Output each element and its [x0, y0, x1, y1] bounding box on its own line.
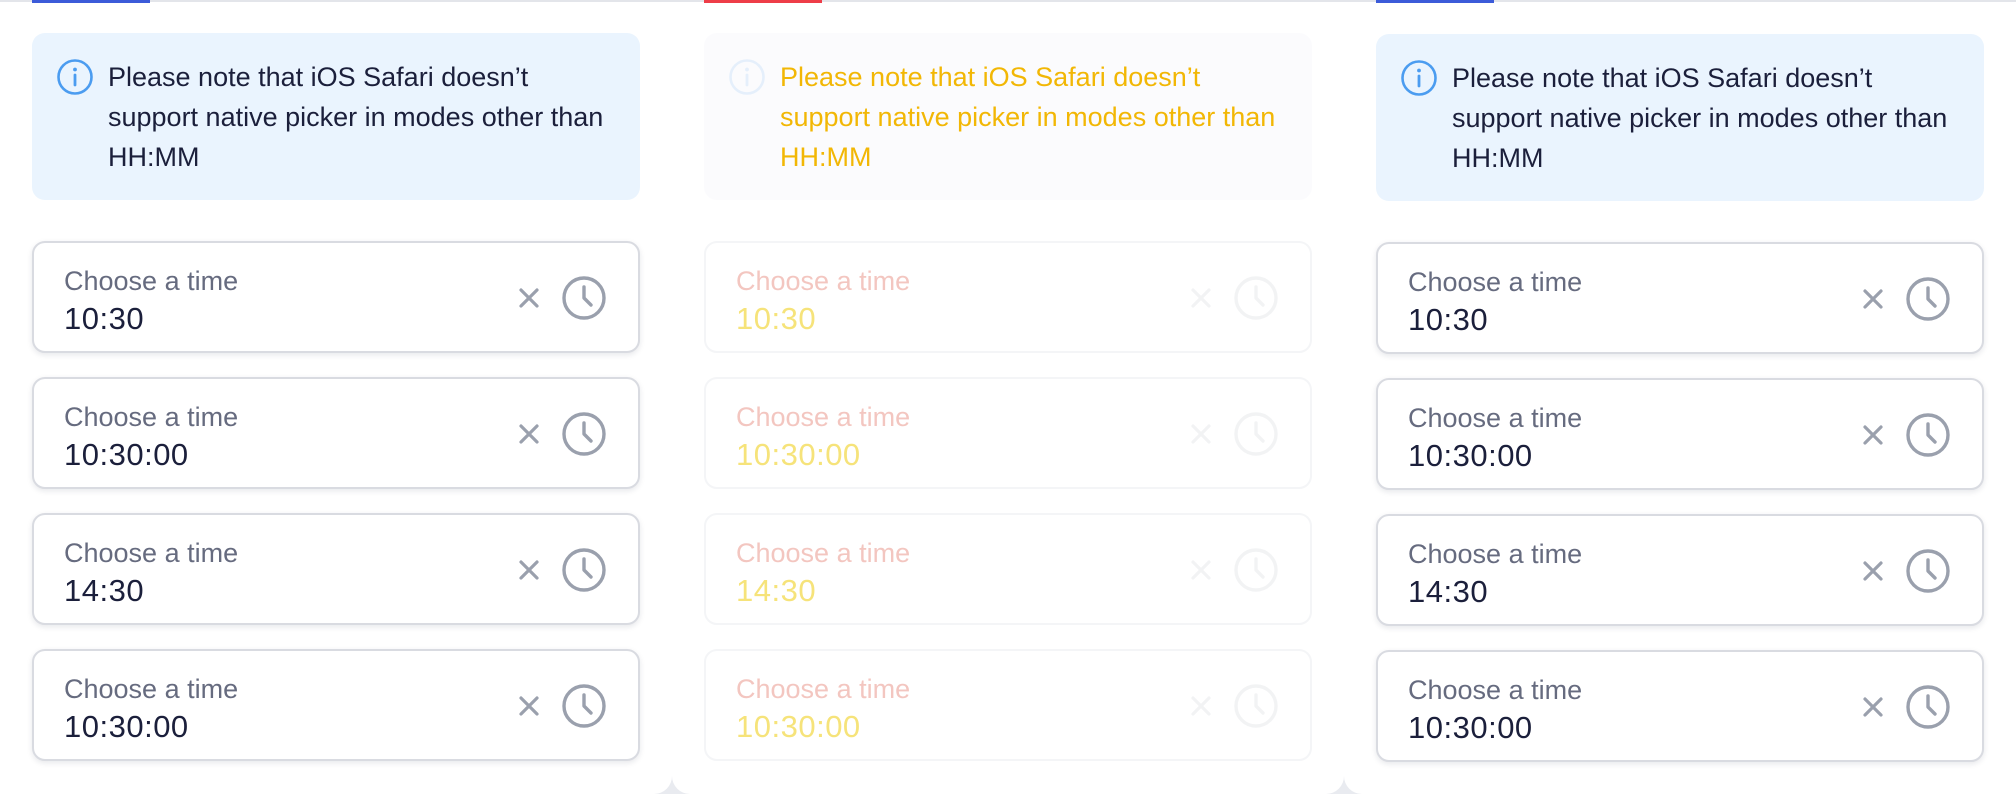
time-input-label: Choose a time: [1408, 267, 1583, 297]
clock-icon[interactable]: [1232, 682, 1280, 730]
close-icon[interactable]: [514, 419, 544, 449]
time-input[interactable]: Choose a time 10:30: [32, 241, 640, 353]
time-input-label: Choose a time: [1408, 539, 1583, 569]
time-input-label: Choose a time: [1408, 675, 1583, 705]
note-text: Please note that iOS Safari doesn’t supp…: [1452, 63, 1948, 173]
ios-safari-note: Please note that iOS Safari doesn’t supp…: [32, 33, 640, 200]
panel-left: Please note that iOS Safari doesn’t supp…: [0, 0, 672, 794]
clock-icon[interactable]: [560, 546, 608, 594]
time-input[interactable]: Choose a time 14:30: [704, 513, 1312, 625]
close-icon[interactable]: [514, 283, 544, 313]
info-icon: [1401, 60, 1437, 96]
time-input[interactable]: Choose a time 10:30: [704, 241, 1312, 353]
time-input-value[interactable]: 14:30: [736, 571, 816, 611]
close-icon[interactable]: [1186, 555, 1216, 585]
close-icon[interactable]: [1186, 691, 1216, 721]
clock-icon[interactable]: [1904, 275, 1952, 323]
time-input-value[interactable]: 10:30:00: [1408, 436, 1533, 476]
panel-middle: Please note that iOS Safari doesn’t supp…: [672, 0, 1344, 794]
close-icon[interactable]: [1858, 420, 1888, 450]
active-tab-indicator: [32, 0, 150, 3]
time-input-value[interactable]: 10:30:00: [1408, 708, 1533, 748]
clock-icon[interactable]: [1904, 547, 1952, 595]
close-icon[interactable]: [514, 691, 544, 721]
close-icon[interactable]: [1186, 283, 1216, 313]
time-input[interactable]: Choose a time 10:30:00: [1376, 378, 1984, 490]
time-input-value[interactable]: 14:30: [1408, 572, 1488, 612]
time-input-value[interactable]: 10:30: [736, 299, 816, 339]
clock-icon[interactable]: [1904, 683, 1952, 731]
clock-icon[interactable]: [1232, 546, 1280, 594]
time-input[interactable]: Choose a time 10:30: [1376, 242, 1984, 354]
clock-icon[interactable]: [560, 410, 608, 458]
time-input-label: Choose a time: [64, 538, 239, 568]
time-input[interactable]: Choose a time 10:30:00: [704, 649, 1312, 761]
time-input[interactable]: Choose a time 14:30: [32, 513, 640, 625]
time-input-label: Choose a time: [64, 402, 239, 432]
time-input-label: Choose a time: [736, 538, 911, 568]
note-text: Please note that iOS Safari doesn’t supp…: [780, 62, 1276, 172]
time-input-value[interactable]: 10:30:00: [64, 707, 189, 747]
close-icon[interactable]: [514, 555, 544, 585]
close-icon[interactable]: [1858, 284, 1888, 314]
ios-safari-note: Please note that iOS Safari doesn’t supp…: [1376, 34, 1984, 201]
time-input[interactable]: Choose a time 10:30:00: [704, 377, 1312, 489]
time-input-value[interactable]: 14:30: [64, 571, 144, 611]
time-input-label: Choose a time: [736, 402, 911, 432]
time-input[interactable]: Choose a time 10:30:00: [1376, 650, 1984, 762]
time-input-label: Choose a time: [64, 674, 239, 704]
close-icon[interactable]: [1186, 419, 1216, 449]
info-icon: [57, 59, 93, 95]
ios-safari-note: Please note that iOS Safari doesn’t supp…: [704, 33, 1312, 200]
clock-icon[interactable]: [560, 682, 608, 730]
time-input-label: Choose a time: [64, 266, 239, 296]
time-input[interactable]: Choose a time 10:30:00: [32, 649, 640, 761]
clock-icon[interactable]: [560, 274, 608, 322]
time-input-value[interactable]: 10:30:00: [64, 435, 189, 475]
clock-icon[interactable]: [1232, 410, 1280, 458]
time-input-label: Choose a time: [736, 674, 911, 704]
time-input-value[interactable]: 10:30:00: [736, 707, 861, 747]
time-input-label: Choose a time: [1408, 403, 1583, 433]
close-icon[interactable]: [1858, 692, 1888, 722]
time-input-value[interactable]: 10:30: [1408, 300, 1488, 340]
panel-right: Please note that iOS Safari doesn’t supp…: [1344, 0, 2016, 794]
clock-icon[interactable]: [1232, 274, 1280, 322]
note-text: Please note that iOS Safari doesn’t supp…: [108, 62, 604, 172]
active-tab-indicator: [1376, 0, 1494, 3]
time-input[interactable]: Choose a time 14:30: [1376, 514, 1984, 626]
time-input-label: Choose a time: [736, 266, 911, 296]
close-icon[interactable]: [1858, 556, 1888, 586]
time-input[interactable]: Choose a time 10:30:00: [32, 377, 640, 489]
clock-icon[interactable]: [1904, 411, 1952, 459]
time-input-value[interactable]: 10:30: [64, 299, 144, 339]
time-input-value[interactable]: 10:30:00: [736, 435, 861, 475]
info-icon: [729, 59, 765, 95]
active-tab-indicator: [704, 0, 822, 3]
